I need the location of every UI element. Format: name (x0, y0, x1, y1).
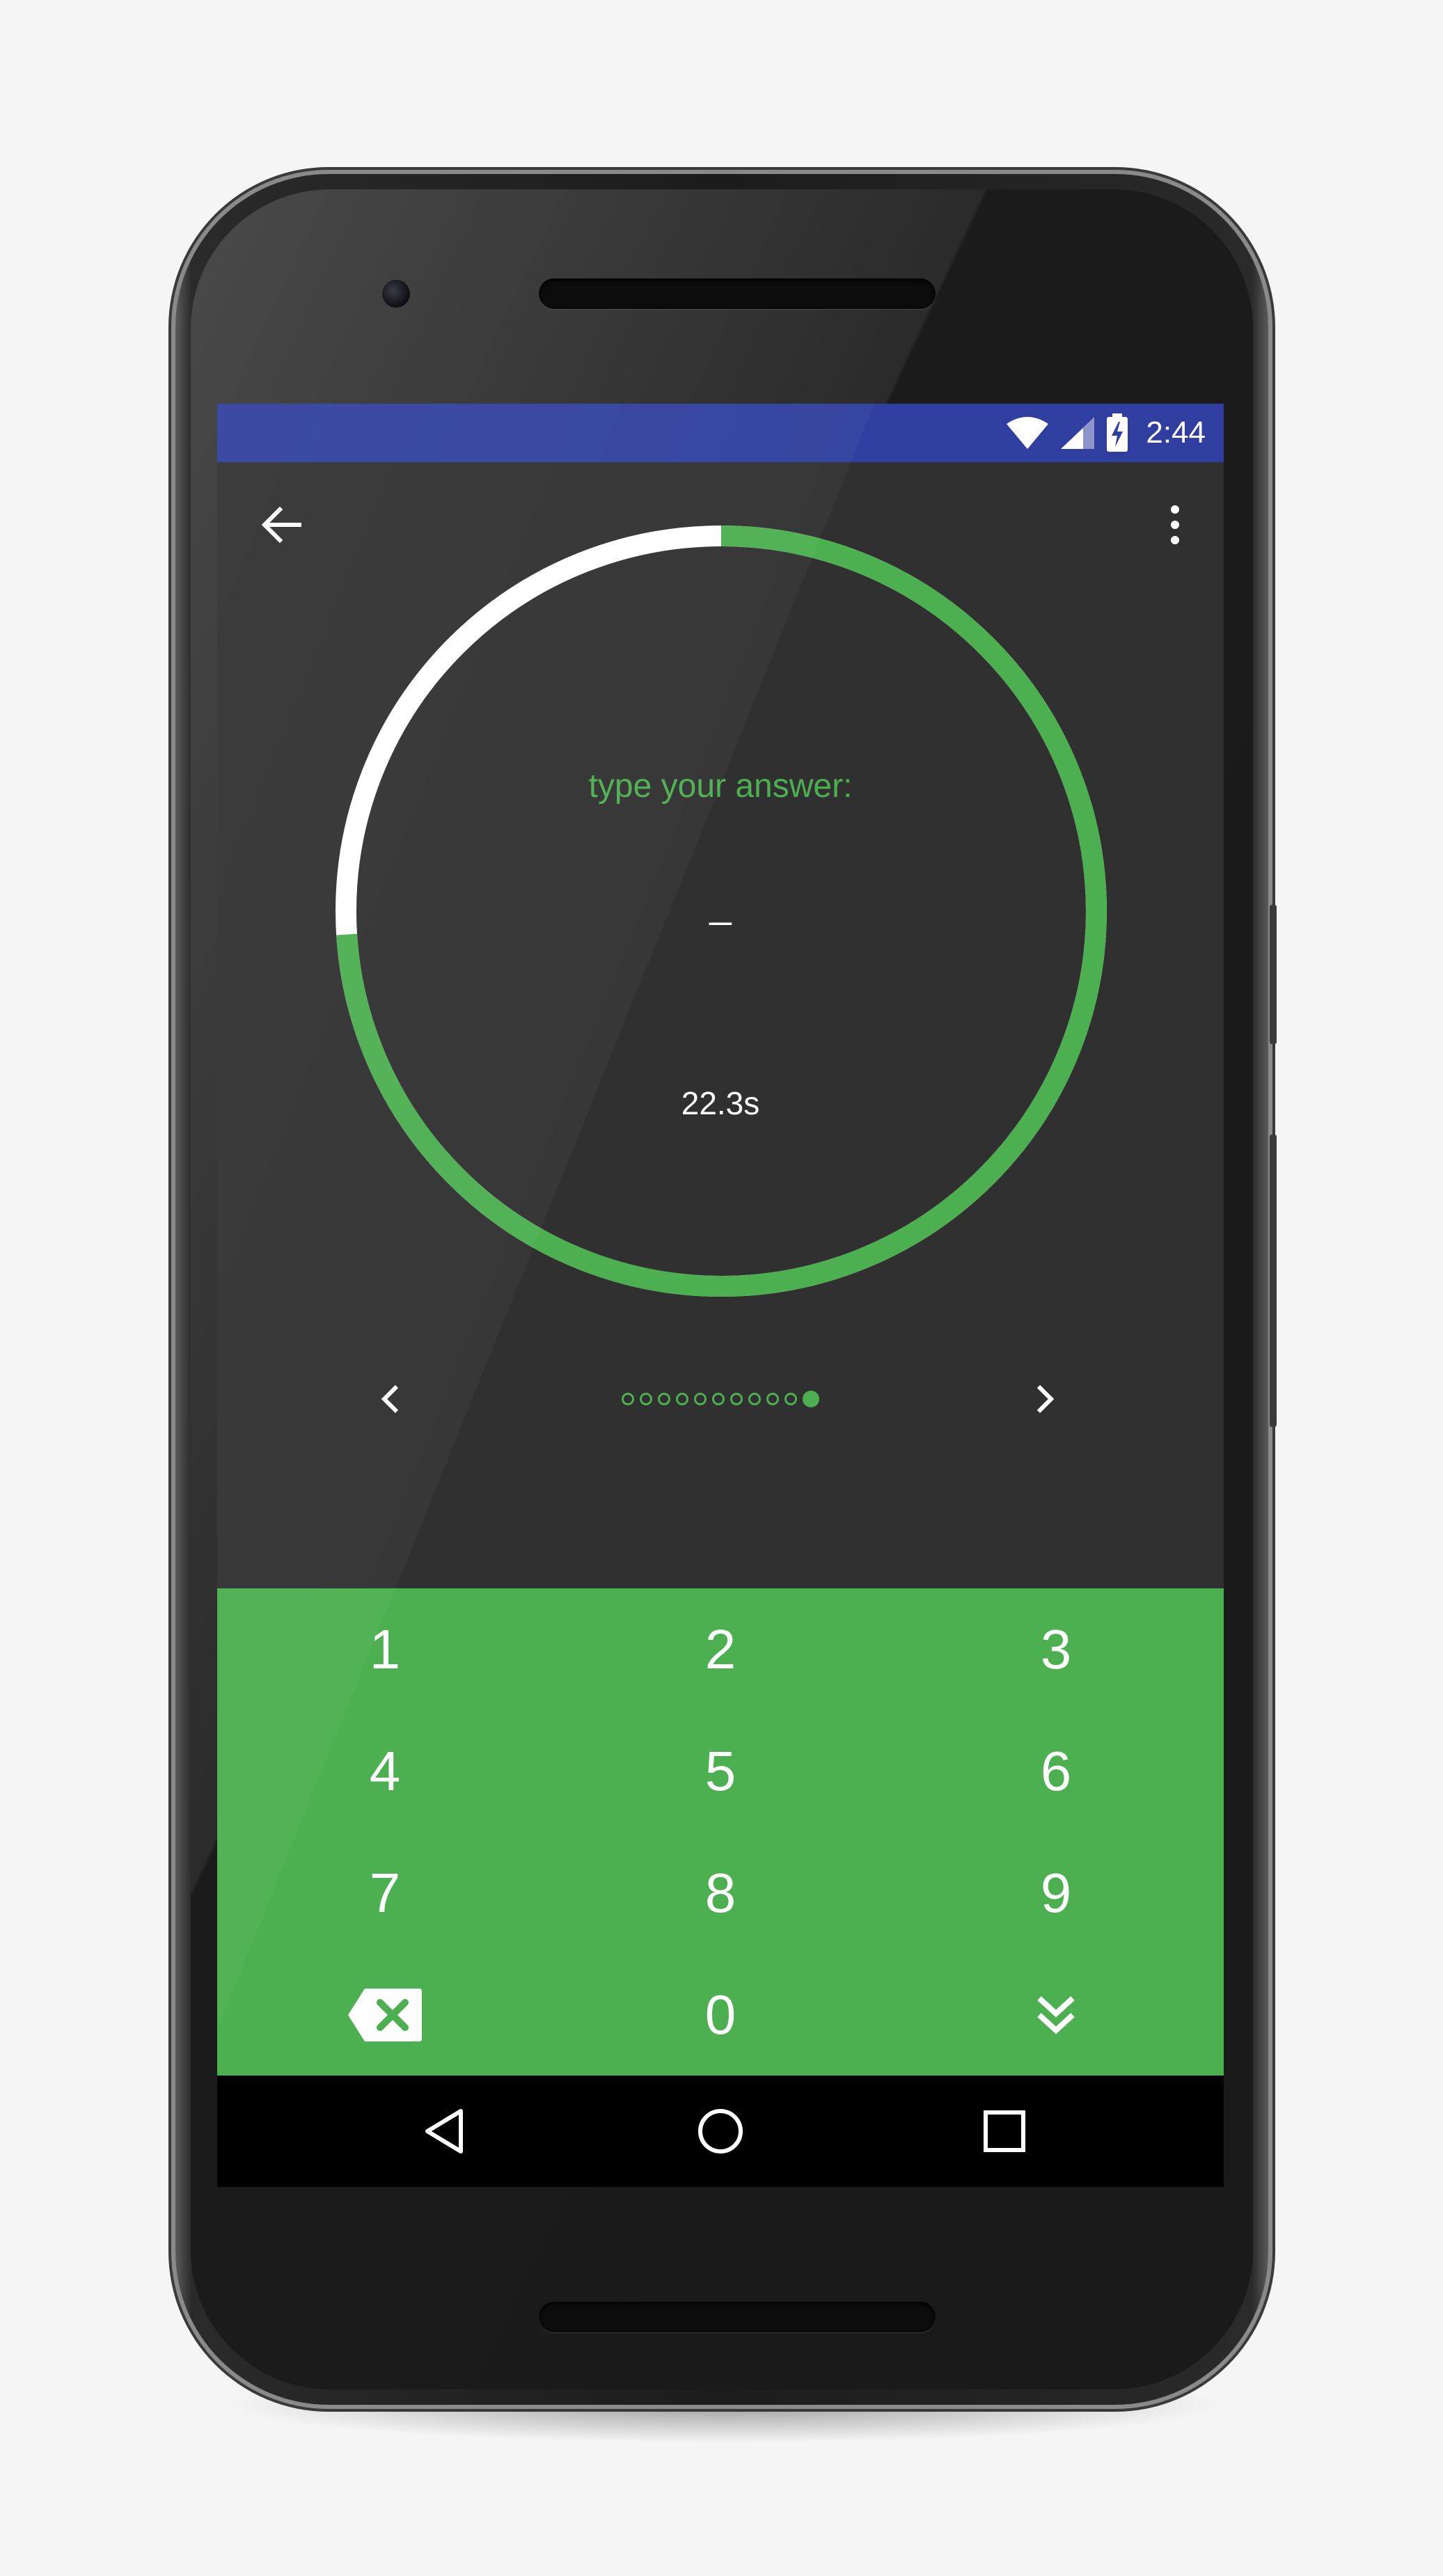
key-3[interactable]: 3 (888, 1588, 1224, 1710)
backspace-key[interactable] (217, 1954, 553, 2076)
next-question-button[interactable] (1023, 1378, 1065, 1420)
progress-dot (658, 1393, 670, 1405)
key-1[interactable]: 1 (217, 1588, 553, 1710)
wifi-icon (1007, 417, 1049, 449)
status-time: 2:44 (1146, 416, 1206, 450)
nav-recents-button[interactable] (977, 2103, 1032, 2159)
volume-button (1270, 1135, 1277, 1427)
key-0[interactable]: 0 (553, 1954, 888, 2076)
double-chevron-down-icon (1037, 1996, 1075, 2034)
progress-dot (694, 1393, 707, 1405)
arrow-back-icon (261, 506, 301, 544)
progress-dot (712, 1393, 725, 1405)
key-9[interactable]: 9 (888, 1832, 1224, 1954)
cell-signal-icon (1061, 417, 1095, 449)
key-8[interactable]: 8 (553, 1832, 888, 1954)
status-icons: 2:44 (1005, 404, 1206, 462)
system-navigation-bar (217, 2076, 1224, 2187)
progress-dots (217, 1389, 1224, 1409)
hide-keypad-key[interactable] (888, 1954, 1224, 2076)
answer-prompt: type your answer: (588, 768, 853, 805)
top-speaker (539, 278, 936, 309)
progress-dot (730, 1393, 743, 1405)
bottom-speaker (539, 2302, 936, 2332)
key-7[interactable]: 7 (217, 1832, 553, 1954)
chevron-right-icon (1036, 1384, 1055, 1414)
battery-charging-icon (1107, 413, 1128, 452)
answer-input[interactable]: _ (217, 881, 1224, 926)
progress-dot (784, 1393, 797, 1405)
number-keypad: 1 2 3 4 5 6 7 8 9 0 (217, 1588, 1224, 2076)
back-button[interactable] (253, 497, 309, 553)
progress-dot-active (803, 1391, 819, 1407)
nav-back-button[interactable] (416, 2103, 472, 2159)
key-5[interactable]: 5 (553, 1710, 888, 1832)
progress-dot (640, 1393, 652, 1405)
progress-dot (676, 1393, 688, 1405)
question-pager (217, 1364, 1224, 1434)
nav-back-icon (425, 2109, 463, 2154)
backspace-icon (348, 1988, 422, 2041)
progress-dot (766, 1393, 779, 1405)
power-button (1270, 905, 1277, 1044)
nav-recents-icon (984, 2110, 1025, 2152)
nav-home-button[interactable] (693, 2103, 748, 2159)
device-screen: 2:44 type your answer: _ 22.3s 1 2 3 4 5… (217, 404, 1224, 2187)
progress-dot (622, 1393, 634, 1405)
front-camera (382, 280, 410, 308)
time-remaining: 22.3s (681, 1085, 760, 1121)
status-bar: 2:44 (217, 404, 1224, 462)
more-vert-icon (1171, 505, 1179, 544)
key-6[interactable]: 6 (888, 1710, 1224, 1832)
nav-home-icon (698, 2109, 743, 2154)
key-2[interactable]: 2 (553, 1588, 888, 1710)
key-4[interactable]: 4 (217, 1710, 553, 1832)
overflow-menu-button[interactable] (1154, 497, 1196, 553)
progress-dot (748, 1393, 761, 1405)
